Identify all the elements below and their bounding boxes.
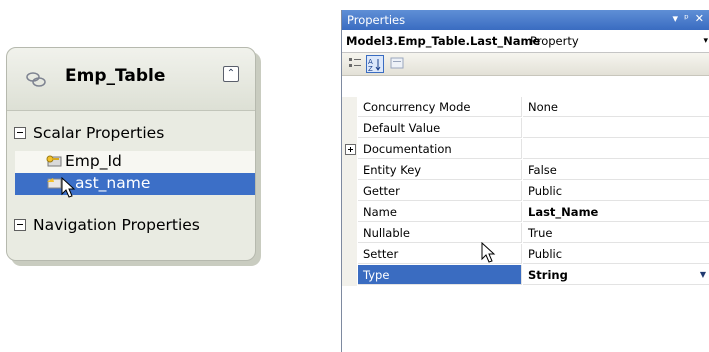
grid-property-name: Default Value [358,118,522,138]
row-gutter [342,202,357,223]
grid-property-name: Name [358,202,522,222]
grid-property-value[interactable]: String ▼ [523,265,709,285]
grid-property-name: Type [358,265,522,285]
scalar-properties-label: Scalar Properties [33,124,165,142]
properties-window: Properties ▾ ᵖ ✕ Model3.Emp_Table.Last_Nam… [341,10,709,352]
chevron-down-icon[interactable]: ▼ [698,267,708,282]
key-property-icon [46,155,62,167]
object-name: Model3.Emp_Table.Last_Name [346,34,541,48]
titlebar-controls: ▾ ᵖ ✕ [673,12,709,25]
grid-property-value[interactable]: False [523,160,709,180]
row-gutter [342,181,357,202]
grid-property-name: Setter [358,244,522,264]
window-menu-icon[interactable]: ▾ [673,12,679,25]
row-gutter [342,118,357,139]
grid-row-entity-key[interactable]: Entity Key False [342,160,709,181]
collapse-minus-icon[interactable] [14,218,26,231]
grid-property-name: Nullable [358,223,522,243]
entity-title: Emp_Table [65,66,166,86]
scalar-properties-header[interactable]: Scalar Properties [14,124,164,142]
row-gutter [342,97,357,118]
entity-shape[interactable]: Emp_Table ⌃ Scalar Properties Emp_Id ast… [6,47,256,261]
grid-row-type[interactable]: Type String ▼ [342,265,709,286]
grid-property-value[interactable]: Last_Name [523,202,709,222]
grid-row-nullable[interactable]: Nullable True [342,223,709,244]
grid-property-value[interactable]: Public [523,244,709,264]
grid-property-value[interactable]: Public [523,181,709,201]
grid-row-documentation[interactable]: Documentation [342,139,709,160]
grid-property-name: Entity Key [358,160,522,180]
alphabetical-sort-icon[interactable]: AZ [366,55,384,73]
navigation-properties-header[interactable]: Navigation Properties [14,216,200,234]
grid-property-name: Concurrency Mode [358,97,522,117]
grid-property-value[interactable] [523,118,709,138]
close-icon[interactable]: ✕ [695,12,704,25]
property-label: Emp_Id [65,152,122,170]
grid-row-concurrency-mode[interactable]: Concurrency Mode None [342,97,709,118]
property-pages-icon[interactable] [388,55,406,73]
entity-header[interactable]: Emp_Table ⌃ [7,48,255,111]
svg-text:Z: Z [368,65,373,72]
expand-plus-icon[interactable] [345,144,356,155]
pin-icon[interactable]: ᵖ [684,12,689,25]
collapse-icon[interactable]: ⌃ [223,66,239,82]
row-gutter [342,160,357,181]
property-row-emp-id[interactable]: Emp_Id [15,151,255,173]
grid-property-value[interactable]: None [523,97,709,117]
property-label: ast_name [75,174,151,192]
mouse-cursor-icon [61,177,76,198]
chevron-down-icon[interactable]: ▾ [703,36,708,46]
grid-row-name[interactable]: Name Last_Name [342,202,709,223]
mouse-cursor-icon [481,242,496,263]
properties-toolbar: AZ [342,53,709,76]
collapse-minus-icon[interactable] [14,126,26,139]
grid-property-value[interactable]: True [523,223,709,243]
property-row-last-name[interactable]: ast_name [15,173,255,198]
grid-row-setter[interactable]: Setter Public [342,244,709,265]
grid-row-default-value[interactable]: Default Value [342,118,709,139]
object-selector[interactable]: Model3.Emp_Table.Last_Name Property ▾ [342,30,709,53]
row-gutter [342,223,357,244]
categorized-icon[interactable] [346,55,364,73]
properties-titlebar[interactable]: Properties ▾ ᵖ ✕ [342,10,709,30]
type-value-text: String [528,268,568,282]
grid-property-value[interactable] [523,139,709,159]
navigation-properties-label: Navigation Properties [33,216,200,234]
grid-row-getter[interactable]: Getter Public [342,181,709,202]
entity-type-icon [26,72,46,87]
grid-property-name: Documentation [358,139,522,159]
grid-property-name: Getter [358,181,522,201]
row-gutter [342,244,357,265]
object-type: Property [530,34,579,48]
row-gutter [342,265,357,286]
properties-title: Properties [347,13,406,27]
row-gutter [342,139,357,160]
